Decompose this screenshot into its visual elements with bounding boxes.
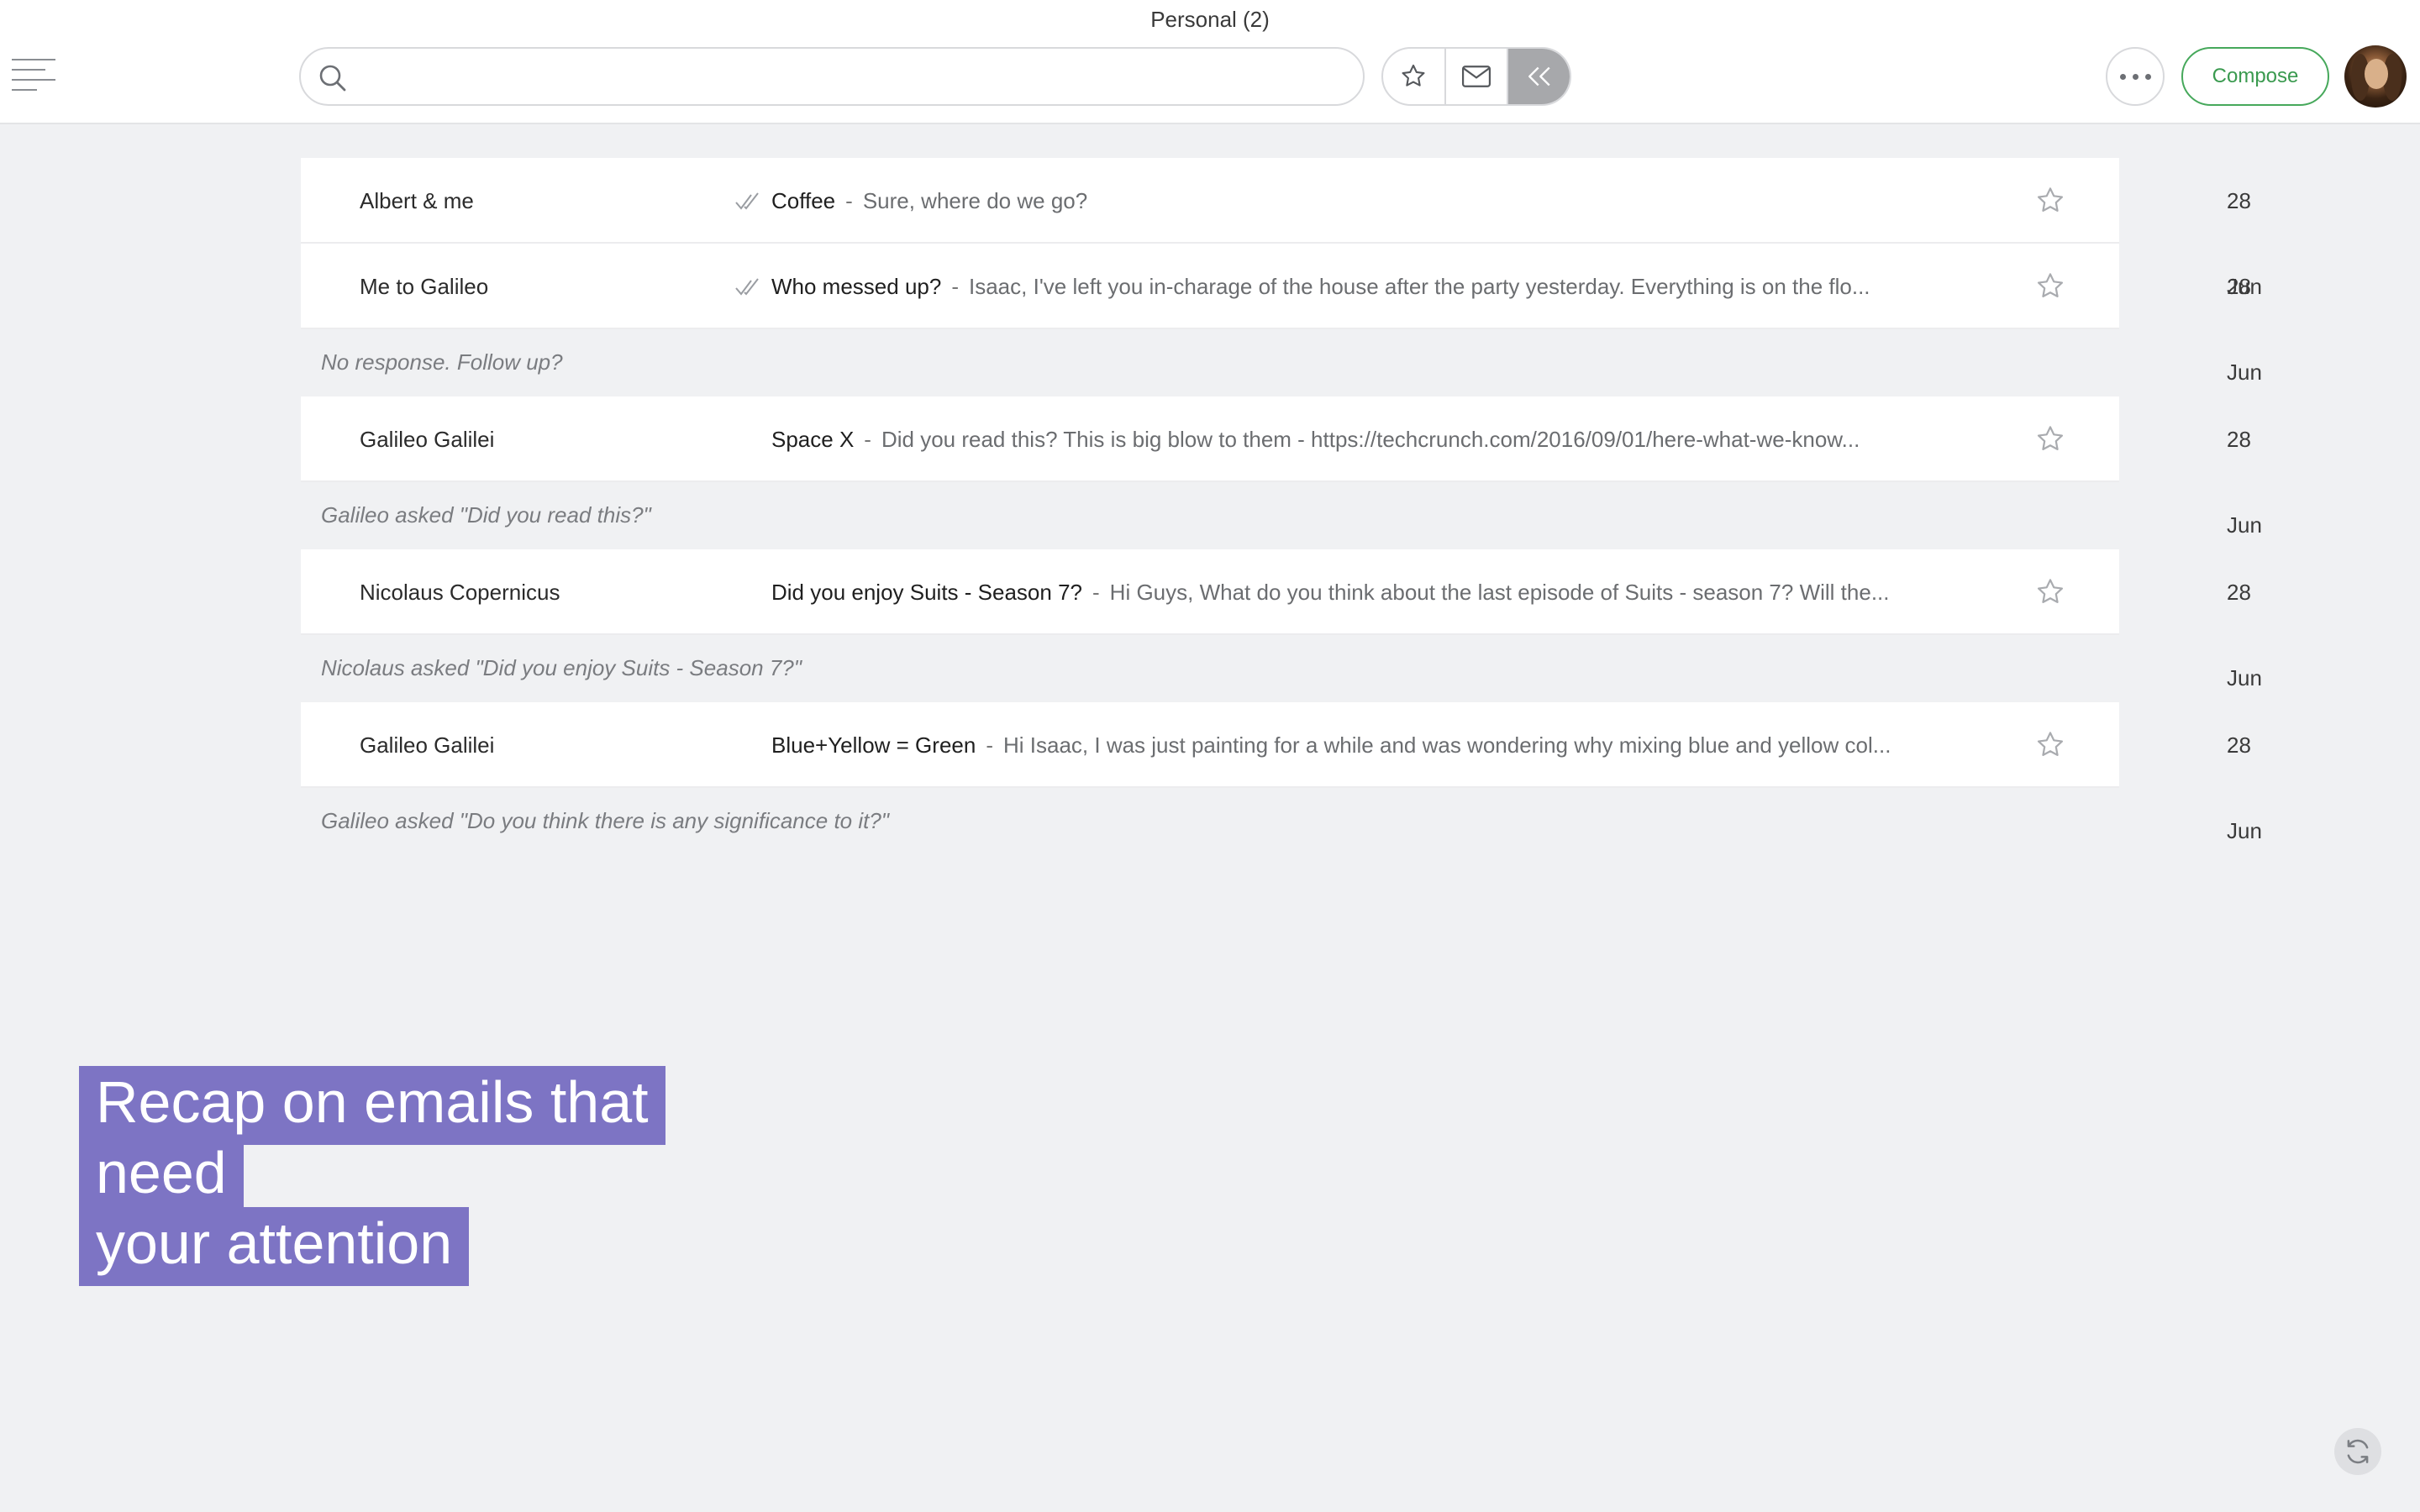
star-outline-icon[interactable]	[2033, 270, 2067, 302]
email-snippet: Did you read this? This is big blow to t…	[881, 427, 1860, 452]
email-subject: Coffee	[771, 188, 835, 213]
email-summary-line: Coffee-Sure, where do we go?	[771, 158, 2208, 244]
email-snippet: Isaac, I've left you in-charage of the h…	[969, 274, 1870, 299]
email-date: 28 Jun	[2227, 396, 2262, 568]
email-sender: Nicolaus Copernicus	[360, 549, 560, 635]
email-sender: Galileo Galilei	[360, 702, 494, 788]
hamburger-menu-icon[interactable]	[12, 57, 59, 92]
email-group: Nicolaus Copernicus Did you enjoy Suits …	[301, 549, 2119, 702]
email-date: 28 Jun	[2227, 549, 2262, 721]
recap-note: No response. Follow up?	[301, 329, 2119, 396]
search-input[interactable]	[360, 57, 1343, 97]
email-group: Albert & me Coffee-Sure, where do we go?…	[301, 158, 2119, 396]
email-group: Galileo Galilei Space X-Did you read thi…	[301, 396, 2119, 549]
star-outline-icon	[1399, 62, 1428, 91]
followup-filter-button[interactable]	[1508, 49, 1570, 104]
ellipsis-icon	[2120, 74, 2126, 80]
email-summary-line: Did you enjoy Suits - Season 7?-Hi Guys,…	[771, 549, 2208, 635]
email-subject: Space X	[771, 427, 854, 452]
search-bar[interactable]	[299, 47, 1365, 106]
email-row[interactable]: Me to Galileo Who messed up?-Isaac, I've…	[301, 244, 2119, 329]
email-snippet: Hi Isaac, I was just painting for a whil…	[1003, 732, 1891, 758]
email-row[interactable]: Galileo Galilei Blue+Yellow = Green-Hi I…	[301, 702, 2119, 788]
user-avatar[interactable]	[2344, 45, 2407, 108]
email-snippet: Hi Guys, What do you think about the las…	[1110, 580, 1890, 605]
email-summary-line: Who messed up?-Isaac, I've left you in-c…	[771, 244, 2210, 329]
refresh-button[interactable]	[2334, 1428, 2381, 1475]
rewind-double-chevron-icon	[1525, 64, 1554, 89]
email-list: Albert & me Coffee-Sure, where do we go?…	[301, 158, 2119, 855]
star-outline-icon[interactable]	[2033, 729, 2067, 761]
filter-toggle-group	[1381, 47, 1571, 106]
email-sender: Me to Galileo	[360, 244, 488, 329]
email-snippet: Sure, where do we go?	[863, 188, 1087, 213]
star-outline-icon[interactable]	[2033, 576, 2067, 608]
unread-filter-button[interactable]	[1446, 49, 1509, 104]
email-group: Galileo Galilei Blue+Yellow = Green-Hi I…	[301, 702, 2119, 855]
email-summary-line: Blue+Yellow = Green-Hi Isaac, I was just…	[771, 702, 2208, 788]
starred-filter-button[interactable]	[1383, 49, 1446, 104]
email-subject: Did you enjoy Suits - Season 7?	[771, 580, 1082, 605]
recap-note: Galileo asked "Did you read this?"	[301, 482, 2119, 549]
recap-note: Nicolaus asked "Did you enjoy Suits - Se…	[301, 635, 2119, 702]
email-subject: Who messed up?	[771, 274, 941, 299]
more-options-button[interactable]	[2106, 47, 2165, 106]
email-subject: Blue+Yellow = Green	[771, 732, 976, 758]
recap-note: Galileo asked "Do you think there is any…	[301, 788, 2119, 855]
envelope-icon	[1461, 64, 1491, 89]
email-date: 28 Jun	[2227, 702, 2262, 874]
email-row[interactable]: Nicolaus Copernicus Did you enjoy Suits …	[301, 549, 2119, 635]
email-sender: Galileo Galilei	[360, 396, 494, 482]
double-check-icon	[734, 188, 763, 213]
window-title: Personal (2)	[0, 7, 2420, 33]
double-check-icon	[734, 274, 763, 299]
caption-line-2: your attention	[79, 1207, 469, 1286]
star-outline-icon[interactable]	[2033, 185, 2067, 217]
refresh-icon	[2342, 1436, 2374, 1467]
caption-line-1: Recap on emails that need	[79, 1066, 666, 1215]
email-summary-line: Space X-Did you read this? This is big b…	[771, 396, 2208, 482]
email-row[interactable]: Albert & me Coffee-Sure, where do we go?…	[301, 158, 2119, 244]
top-bar: Personal (2)	[0, 0, 2420, 124]
search-icon	[316, 61, 350, 95]
email-sender: Albert & me	[360, 158, 474, 244]
feature-caption: Recap on emails that need your attention	[79, 1067, 802, 1278]
email-date: 28 Jun	[2227, 244, 2262, 415]
star-outline-icon[interactable]	[2033, 423, 2067, 455]
compose-button[interactable]: Compose	[2181, 47, 2329, 106]
email-row[interactable]: Galileo Galilei Space X-Did you read thi…	[301, 396, 2119, 482]
